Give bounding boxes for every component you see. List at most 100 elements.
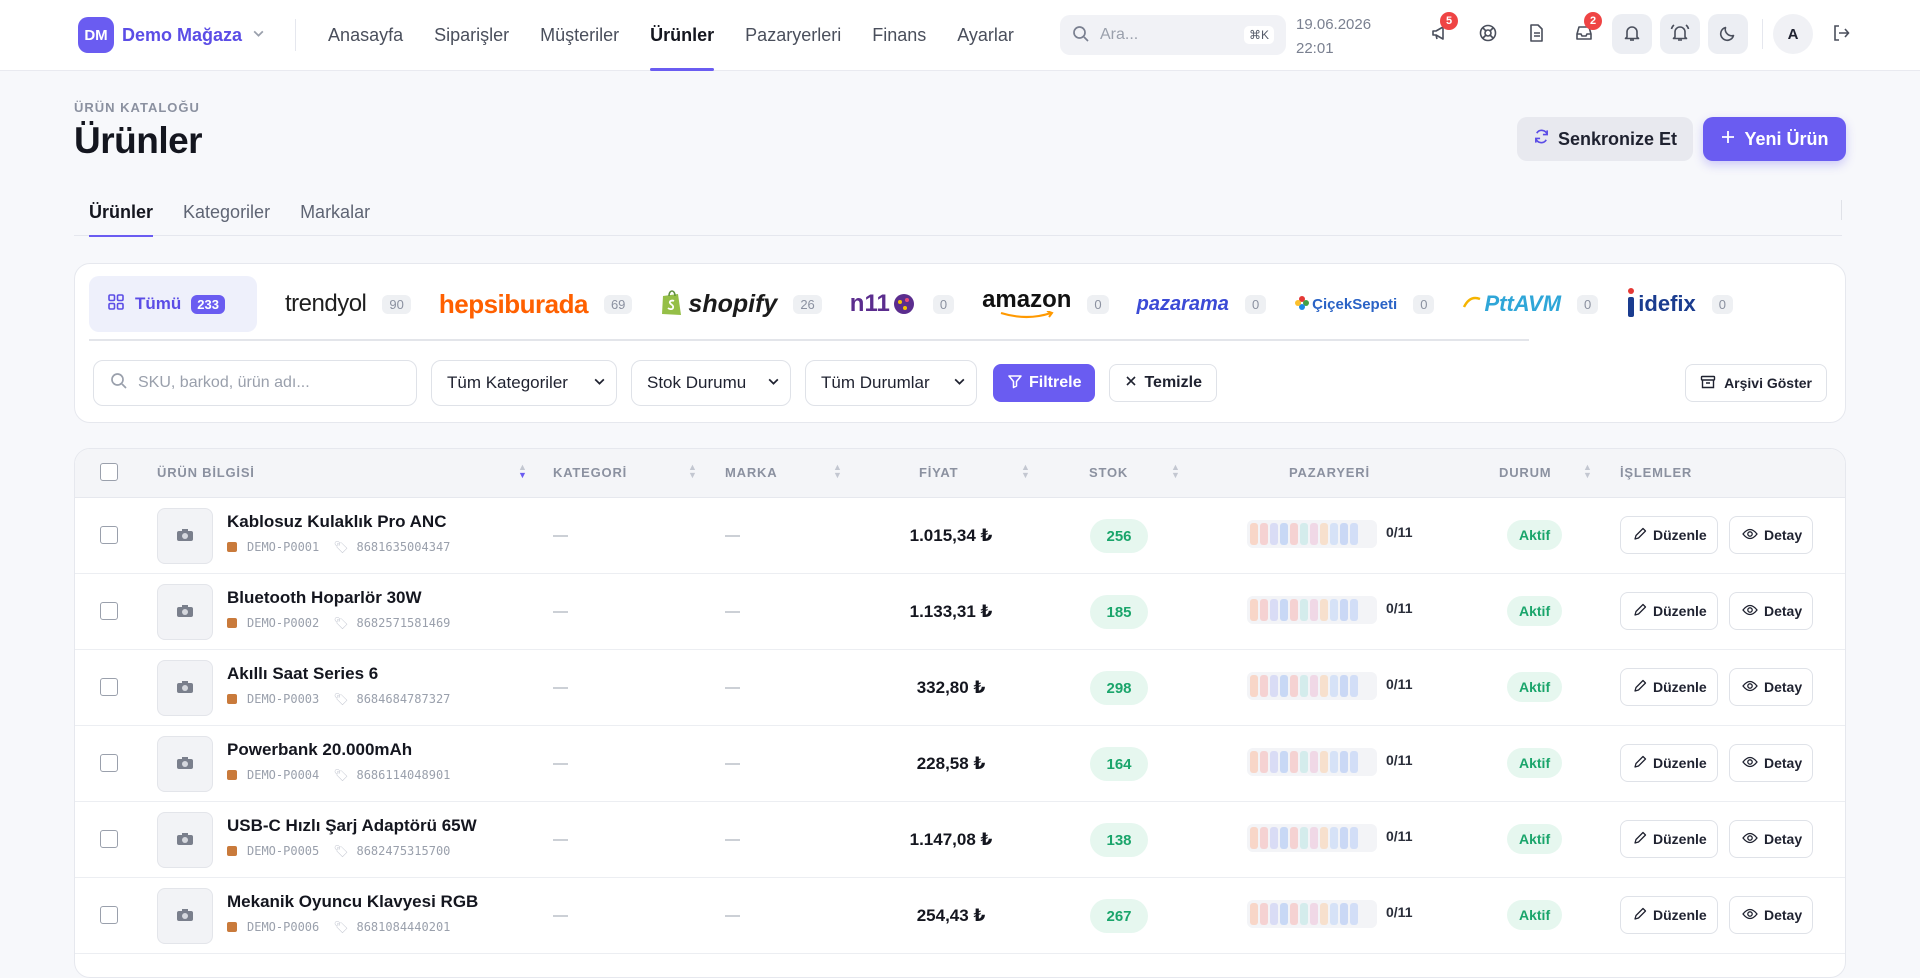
edit-button[interactable]: Düzenle bbox=[1620, 896, 1718, 934]
support-button[interactable] bbox=[1468, 14, 1508, 54]
col-header-info[interactable]: ÜRÜN BİLGİSİ bbox=[157, 465, 255, 480]
table-row[interactable]: USB-C Hızlı Şarj Adaptörü 65W DEMO-P0005… bbox=[75, 802, 1845, 878]
marketplace-shopify[interactable]: shopify 26 bbox=[660, 276, 822, 332]
edit-button[interactable]: Düzenle bbox=[1620, 668, 1718, 706]
global-search[interactable]: Ara... ⌘K bbox=[1060, 15, 1286, 55]
edit-button[interactable]: Düzenle bbox=[1620, 592, 1718, 630]
show-archive-button[interactable]: Arşivi Göster bbox=[1685, 364, 1827, 402]
new-product-button[interactable]: Yeni Ürün bbox=[1703, 117, 1846, 161]
col-header-stock[interactable]: STOK bbox=[1089, 465, 1128, 480]
product-search-input[interactable]: SKU, barkod, ürün adı... bbox=[93, 360, 417, 406]
marketplace-scrollbar[interactable] bbox=[89, 339, 1529, 341]
pencil-icon bbox=[1633, 603, 1647, 620]
detail-button[interactable]: Detay bbox=[1729, 592, 1814, 630]
product-name[interactable]: Bluetooth Hoparlör 30W bbox=[227, 588, 422, 608]
table-row[interactable]: Powerbank 20.000mAh DEMO-P0004 🏷 8686114… bbox=[75, 726, 1845, 802]
row-checkbox[interactable] bbox=[100, 754, 118, 772]
marketplace-status-bar[interactable] bbox=[1247, 672, 1377, 700]
edit-button[interactable]: Düzenle bbox=[1620, 516, 1718, 554]
logout-button[interactable] bbox=[1821, 14, 1861, 54]
detail-button[interactable]: Detay bbox=[1729, 516, 1814, 554]
marketplace-count: 0 bbox=[1244, 294, 1267, 314]
camera-icon bbox=[176, 908, 194, 925]
announcements-button[interactable]: 5 bbox=[1420, 12, 1460, 54]
search-shortcut: ⌘K bbox=[1243, 26, 1274, 44]
product-brand: — bbox=[725, 679, 740, 696]
row-checkbox[interactable] bbox=[100, 830, 118, 848]
table-row[interactable]: Mekanik Oyuncu Klavyesi RGB DEMO-P0006 🏷… bbox=[75, 878, 1845, 954]
marketplace-amazon[interactable]: amazon 0 bbox=[982, 276, 1109, 332]
theme-toggle-button[interactable] bbox=[1708, 14, 1748, 54]
documents-button[interactable] bbox=[1516, 14, 1556, 54]
col-header-price[interactable]: FİYAT bbox=[919, 465, 958, 480]
tab-urunler[interactable]: Ürünler bbox=[89, 196, 154, 237]
store-switcher[interactable]: DM Demo Mağaza bbox=[78, 17, 265, 53]
product-name[interactable]: Powerbank 20.000mAh bbox=[227, 740, 412, 760]
sync-button[interactable]: Senkronize Et bbox=[1517, 117, 1693, 161]
row-checkbox[interactable] bbox=[100, 526, 118, 544]
sort-icon[interactable]: ▲ ▼ bbox=[1021, 463, 1030, 480]
marketplace-n11[interactable]: n11 0 bbox=[849, 276, 955, 332]
detail-button[interactable]: Detay bbox=[1729, 896, 1814, 934]
marketplace-ciceksepeti[interactable]: ÇiçekSepeti 0 bbox=[1294, 276, 1435, 332]
sort-icon[interactable]: ▲ ▼ bbox=[1583, 463, 1592, 480]
nav-item-anasayfa[interactable]: Anasayfa bbox=[328, 0, 403, 71]
product-name[interactable]: USB-C Hızlı Şarj Adaptörü 65W bbox=[227, 816, 477, 836]
edit-button[interactable]: Düzenle bbox=[1620, 744, 1718, 782]
row-checkbox[interactable] bbox=[100, 678, 118, 696]
sort-icon[interactable]: ▲ ▼ bbox=[1171, 463, 1180, 480]
marketplace-hepsiburada[interactable]: hepsiburada 69 bbox=[439, 276, 633, 332]
row-checkbox[interactable] bbox=[100, 906, 118, 924]
row-checkbox[interactable] bbox=[100, 602, 118, 620]
product-name[interactable]: Akıllı Saat Series 6 bbox=[227, 664, 378, 684]
status-select[interactable]: Tüm Durumlar bbox=[805, 360, 977, 406]
filter-button[interactable]: Filtrele bbox=[993, 364, 1096, 402]
select-all-checkbox[interactable] bbox=[100, 463, 118, 481]
marketplace-pazarama[interactable]: pazarama 0 bbox=[1137, 276, 1267, 332]
status-select-value: Tüm Durumlar bbox=[821, 373, 930, 392]
marketplace-idefix[interactable]: idefix 0 bbox=[1626, 276, 1733, 332]
detail-button[interactable]: Detay bbox=[1729, 820, 1814, 858]
table-row[interactable]: Kablosuz Kulaklık Pro ANC DEMO-P0001 🏷 8… bbox=[75, 498, 1845, 574]
nav-item-siparisler[interactable]: Siparişler bbox=[434, 0, 509, 71]
marketplace-status-bar[interactable] bbox=[1247, 520, 1377, 548]
tab-kategoriler[interactable]: Kategoriler bbox=[183, 196, 270, 236]
nav-item-finans[interactable]: Finans bbox=[872, 0, 926, 71]
marketplace-trendyol[interactable]: trendyol 90 bbox=[285, 276, 411, 332]
nav-item-musteriler[interactable]: Müşteriler bbox=[540, 0, 619, 71]
category-select[interactable]: Tüm Kategoriler bbox=[431, 360, 617, 406]
nav-item-urunler[interactable]: Ürünler bbox=[650, 0, 715, 71]
nav-item-ayarlar[interactable]: Ayarlar bbox=[957, 0, 1014, 71]
edit-button[interactable]: Düzenle bbox=[1620, 820, 1718, 858]
marketplace-status-bar[interactable] bbox=[1247, 900, 1377, 928]
detail-button[interactable]: Detay bbox=[1729, 744, 1814, 782]
marketplace-pttavm[interactable]: PttAVM 0 bbox=[1462, 276, 1599, 332]
stock-select[interactable]: Stok Durumu bbox=[631, 360, 791, 406]
table-row[interactable]: Akıllı Saat Series 6 DEMO-P0003 🏷 868468… bbox=[75, 650, 1845, 726]
marketplace-all[interactable]: Tümü 233 bbox=[89, 276, 257, 332]
tab-markalar[interactable]: Markalar bbox=[300, 196, 370, 236]
notifications-button[interactable] bbox=[1612, 14, 1652, 54]
marketplace-status-bar[interactable] bbox=[1247, 824, 1377, 852]
user-avatar[interactable]: A bbox=[1773, 14, 1813, 54]
clear-button[interactable]: Temizle bbox=[1109, 364, 1217, 402]
nav-item-pazaryerleri[interactable]: Pazaryerleri bbox=[745, 0, 841, 71]
inbox-button[interactable]: 2 bbox=[1564, 12, 1604, 54]
detail-button[interactable]: Detay bbox=[1729, 668, 1814, 706]
current-date: 19.06.2026 bbox=[1296, 16, 1372, 33]
grid-icon bbox=[107, 293, 125, 316]
table-row[interactable]: Bluetooth Hoparlör 30W DEMO-P0002 🏷 8682… bbox=[75, 574, 1845, 650]
sort-desc-icon[interactable]: ▲ ▼ bbox=[518, 463, 527, 480]
col-header-category[interactable]: KATEGORİ bbox=[553, 465, 627, 480]
n11-logo: n11 bbox=[849, 290, 890, 317]
product-name[interactable]: Mekanik Oyuncu Klavyesi RGB bbox=[227, 892, 478, 912]
col-header-status[interactable]: DURUM bbox=[1499, 465, 1551, 480]
sort-icon[interactable]: ▲ ▼ bbox=[833, 463, 842, 480]
product-name[interactable]: Kablosuz Kulaklık Pro ANC bbox=[227, 512, 446, 532]
marketplace-status-bar[interactable] bbox=[1247, 596, 1377, 624]
box-icon bbox=[227, 618, 237, 628]
sort-icon[interactable]: ▲ ▼ bbox=[688, 463, 697, 480]
alerts-button[interactable] bbox=[1660, 14, 1700, 54]
marketplace-status-bar[interactable] bbox=[1247, 748, 1377, 776]
col-header-brand[interactable]: MARKA bbox=[725, 465, 777, 480]
